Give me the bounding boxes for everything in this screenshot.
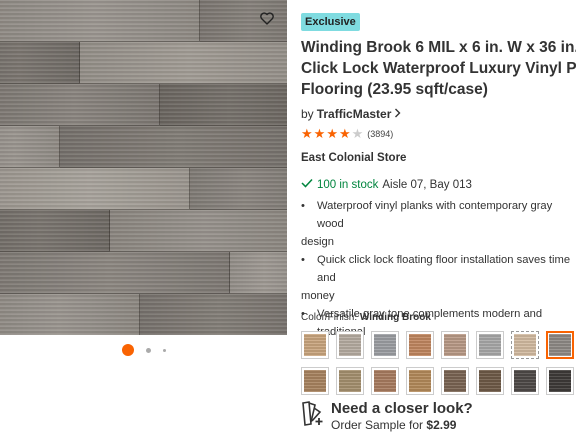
bullet-text-continued: design: [301, 236, 334, 248]
product-info: Exclusive Winding Brook 6 MIL x 6 in. W …: [301, 0, 576, 432]
swatch-image: [304, 370, 326, 392]
swatch-image: [339, 370, 361, 392]
bullet-text-continued: money: [301, 290, 335, 302]
carousel-dot-active[interactable]: [121, 344, 134, 356]
color-swatch[interactable]: [476, 367, 504, 395]
swatch-image: [549, 370, 571, 392]
brand-prefix: by: [301, 107, 314, 121]
carousel-dot[interactable]: [145, 347, 151, 353]
product-title-line: Winding Brook 6 MIL x 6 in. W x 36 in.: [301, 39, 576, 56]
stock-count: 100 in stock: [317, 178, 379, 191]
bullet-text: Quick click lock floating floor installa…: [317, 254, 571, 284]
rating-count[interactable]: (3894): [367, 129, 393, 139]
stock-status: 100 in stock Aisle 07, Bay 013: [301, 178, 472, 191]
product-title-line: Flooring (23.95 sqft/case): [301, 81, 488, 98]
star-icon: ★: [338, 126, 351, 141]
color-swatch[interactable]: [336, 331, 364, 359]
color-swatch[interactable]: [476, 331, 504, 359]
color-finish-label: Color/Finish: Winding Brook: [301, 312, 431, 323]
color-finish-value: Winding Brook: [359, 312, 431, 323]
swatch-image: [374, 370, 396, 392]
list-item: • Waterproof vinyl planks with contempor…: [301, 197, 576, 233]
star-icon: ★: [301, 126, 313, 141]
rating[interactable]: ★ ★ ★ ★ ★ (3894): [301, 127, 393, 140]
color-swatch[interactable]: [301, 331, 329, 359]
swatch-image: [339, 334, 361, 356]
brand-line: by TrafficMaster: [301, 107, 401, 121]
color-swatch[interactable]: [546, 331, 574, 359]
checkmark-icon: [301, 178, 313, 191]
swatch-image: [514, 334, 536, 356]
swatch-image: [409, 370, 431, 392]
color-swatch[interactable]: [511, 331, 539, 359]
star-rating: ★ ★ ★ ★ ★: [301, 127, 363, 140]
swatch-image: [374, 334, 396, 356]
order-sample-link[interactable]: Order Sample for $2.99: [331, 417, 473, 432]
aisle-location: Aisle 07, Bay 013: [382, 178, 472, 191]
store-name[interactable]: East Colonial Store: [301, 152, 406, 164]
chevron-right-icon[interactable]: [394, 107, 401, 121]
color-swatch[interactable]: [371, 331, 399, 359]
color-swatch[interactable]: [441, 367, 469, 395]
swatch-book-icon: [301, 400, 325, 432]
swatch-image: [444, 334, 466, 356]
swatch-image: [549, 334, 571, 356]
swatch-image: [304, 334, 326, 356]
product-title-line: Click Lock Waterproof Luxury Vinyl Plank: [301, 60, 576, 77]
swatch-image: [444, 370, 466, 392]
exclusive-badge: Exclusive: [301, 13, 360, 31]
bullet-text: Waterproof vinyl planks with contemporar…: [317, 200, 553, 230]
swatch-image: [409, 334, 431, 356]
color-swatch[interactable]: [371, 367, 399, 395]
brand-link[interactable]: TrafficMaster: [317, 107, 392, 121]
color-swatch[interactable]: [406, 331, 434, 359]
swatch-row: [301, 331, 574, 359]
color-swatch[interactable]: [301, 367, 329, 395]
color-swatch[interactable]: [336, 367, 364, 395]
list-item: • Quick click lock floating floor instal…: [301, 251, 576, 287]
star-icon: ★: [351, 126, 364, 141]
swatch-row: [301, 367, 574, 395]
swatch-image: [479, 334, 501, 356]
color-swatch[interactable]: [546, 367, 574, 395]
color-swatch[interactable]: [511, 367, 539, 395]
carousel-dot[interactable]: [162, 348, 166, 352]
swatch-image: [514, 370, 536, 392]
color-swatch[interactable]: [406, 367, 434, 395]
sample-heading: Need a closer look?: [331, 400, 473, 417]
color-swatch[interactable]: [441, 331, 469, 359]
star-icon: ★: [313, 126, 326, 141]
heart-icon[interactable]: [256, 7, 278, 29]
swatch-image: [479, 370, 501, 392]
carousel-dots: [0, 342, 287, 358]
product-title: Winding Brook 6 MIL x 6 in. W x 36 in. C…: [301, 37, 576, 100]
product-image[interactable]: [0, 0, 287, 335]
star-icon: ★: [326, 126, 338, 141]
sample-section: Need a closer look? Order Sample for $2.…: [301, 400, 473, 432]
